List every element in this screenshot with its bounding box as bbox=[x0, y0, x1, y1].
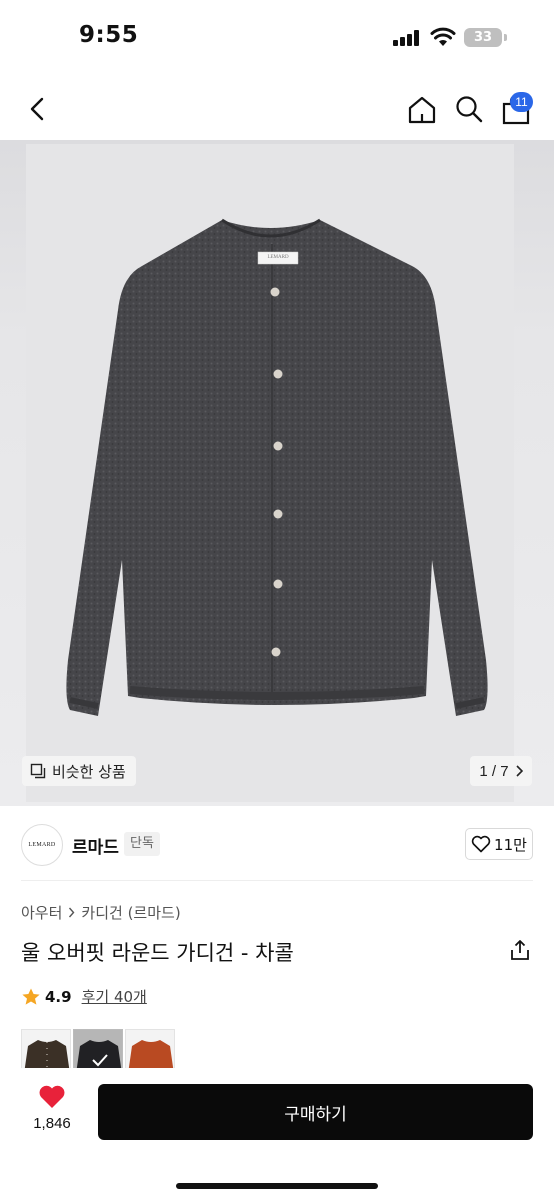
battery-tip bbox=[504, 34, 507, 41]
divider bbox=[21, 880, 533, 881]
cardigan-image bbox=[66, 218, 488, 716]
rating-value: 4.9 bbox=[45, 987, 72, 1006]
similar-products-button[interactable]: 비슷한 상품 bbox=[22, 756, 136, 786]
garment-label: LEMARD bbox=[267, 255, 289, 260]
breadcrumb-item-outer[interactable]: 아우터 bbox=[21, 902, 62, 923]
battery-icon: 33 bbox=[464, 28, 502, 47]
product-image-gallery[interactable]: LEMARD 비슷한 상품 1 / 7 bbox=[0, 140, 554, 806]
breadcrumb: 아우터 카디건 (르마드) bbox=[21, 902, 181, 923]
brand-like-button[interactable]: 11만 bbox=[465, 828, 533, 860]
rating-row: 4.9 후기 40개 bbox=[21, 986, 147, 1007]
breadcrumb-item-cardigan[interactable]: 카디건 (르마드) bbox=[81, 902, 180, 923]
cart-count-badge: 11 bbox=[510, 92, 533, 112]
color-options bbox=[21, 1029, 541, 1071]
heart-filled-icon bbox=[39, 1085, 65, 1108]
heart-outline-icon bbox=[471, 835, 491, 853]
chevron-right-icon bbox=[69, 907, 75, 918]
color-option-charcoal[interactable] bbox=[73, 1029, 123, 1071]
back-icon[interactable] bbox=[24, 94, 54, 124]
product-title: 울 오버핏 라운드 가디건 - 차콜 bbox=[21, 941, 294, 965]
chevron-right-icon bbox=[516, 765, 523, 777]
color-option-orange[interactable] bbox=[125, 1029, 175, 1071]
gallery-page-counter[interactable]: 1 / 7 bbox=[470, 756, 532, 786]
buy-button[interactable]: 구매하기 bbox=[98, 1084, 533, 1140]
star-icon bbox=[22, 988, 40, 1005]
brand-like-count: 11만 bbox=[494, 835, 527, 854]
wifi-icon bbox=[430, 27, 456, 46]
copy-icon bbox=[30, 763, 46, 779]
home-icon[interactable] bbox=[406, 94, 438, 126]
purchase-bar: 1,846 구매하기 bbox=[0, 1068, 554, 1200]
share-icon[interactable] bbox=[508, 938, 532, 962]
brand-name[interactable]: 르마드 bbox=[72, 833, 119, 858]
search-icon[interactable] bbox=[454, 94, 484, 124]
exclusive-badge: 단독 bbox=[124, 832, 160, 856]
status-time: 9:55 bbox=[79, 22, 139, 48]
home-indicator bbox=[176, 1183, 378, 1189]
gallery-page-text: 1 / 7 bbox=[479, 762, 509, 780]
cellular-signal-icon bbox=[393, 30, 421, 46]
status-bar: 9:55 33 bbox=[0, 0, 554, 78]
similar-products-label: 비슷한 상품 bbox=[52, 762, 126, 781]
wishlist-button[interactable]: 1,846 bbox=[26, 1084, 78, 1132]
reviews-link[interactable]: 후기 40개 bbox=[82, 986, 147, 1007]
wishlist-count: 1,846 bbox=[33, 1115, 71, 1132]
brand-logo[interactable]: LEMARD bbox=[21, 824, 63, 866]
color-option-brown[interactable] bbox=[21, 1029, 71, 1071]
nav-bar bbox=[0, 86, 554, 134]
brand-row[interactable]: LEMARD 르마드 단독 11만 bbox=[0, 822, 554, 868]
